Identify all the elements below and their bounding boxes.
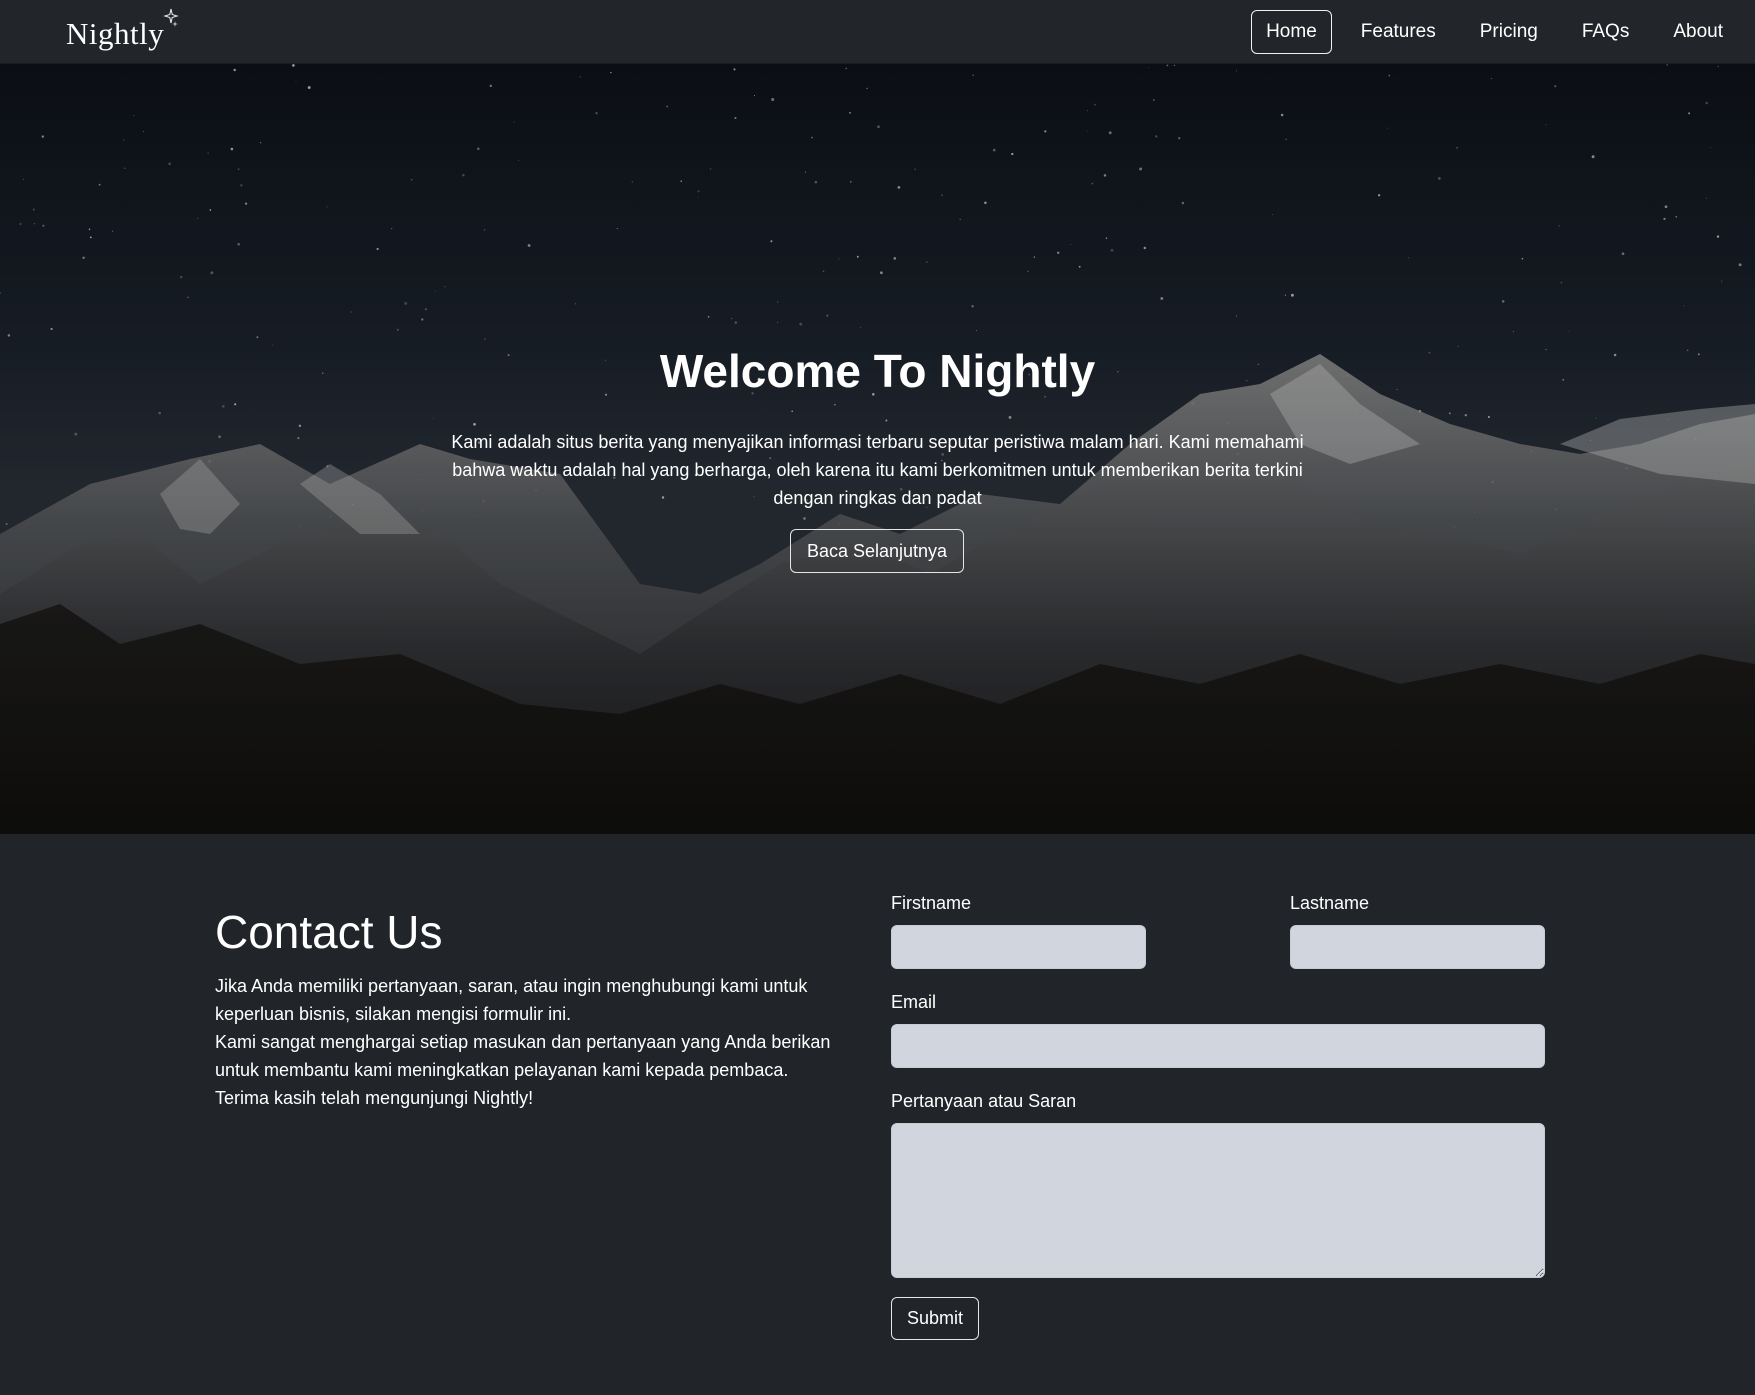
- firstname-input[interactable]: [891, 925, 1146, 969]
- hero-title: Welcome To Nightly: [659, 345, 1096, 397]
- contact-paragraph: Terima kasih telah mengunjungi Nightly!: [215, 1088, 534, 1108]
- brand-logo[interactable]: Nightly: [66, 8, 180, 52]
- firstname-label: Firstname: [891, 893, 972, 913]
- read-more-button[interactable]: Baca Selanjutnya: [790, 529, 964, 573]
- email-input[interactable]: [891, 1024, 1545, 1068]
- message-textarea[interactable]: [891, 1123, 1545, 1278]
- email-label: Email: [891, 992, 937, 1012]
- nav-features[interactable]: Features: [1346, 10, 1451, 54]
- sparkle-icon: [163, 8, 180, 27]
- hero-section: Welcome To Nightly Kami adalah situs ber…: [0, 64, 1755, 834]
- submit-button[interactable]: Submit: [891, 1297, 979, 1340]
- lastname-label: Lastname: [1290, 893, 1370, 913]
- navbar: Nightly Home Features Pricing FAQs About: [0, 0, 1755, 64]
- nav-pricing[interactable]: Pricing: [1465, 10, 1553, 54]
- hero-content: Welcome To Nightly Kami adalah situs ber…: [0, 64, 1755, 834]
- brand-name: Nightly: [66, 16, 165, 51]
- contact-description: Jika Anda memiliki pertanyaan, saran, at…: [215, 972, 855, 1112]
- nav-links: Home Features Pricing FAQs About: [1251, 0, 1755, 64]
- contact-paragraph: Jika Anda memiliki pertanyaan, saran, at…: [215, 976, 808, 1024]
- message-label: Pertanyaan atau Saran: [891, 1091, 1077, 1111]
- nav-about[interactable]: About: [1658, 10, 1738, 54]
- contact-title: Contact Us: [215, 906, 443, 958]
- nav-home[interactable]: Home: [1251, 10, 1332, 54]
- nav-faqs[interactable]: FAQs: [1567, 10, 1645, 54]
- contact-paragraph: Kami sangat menghargai setiap masukan da…: [215, 1032, 831, 1080]
- hero-description: Kami adalah situs berita yang menyajikan…: [451, 432, 1304, 508]
- lastname-input[interactable]: [1290, 925, 1545, 969]
